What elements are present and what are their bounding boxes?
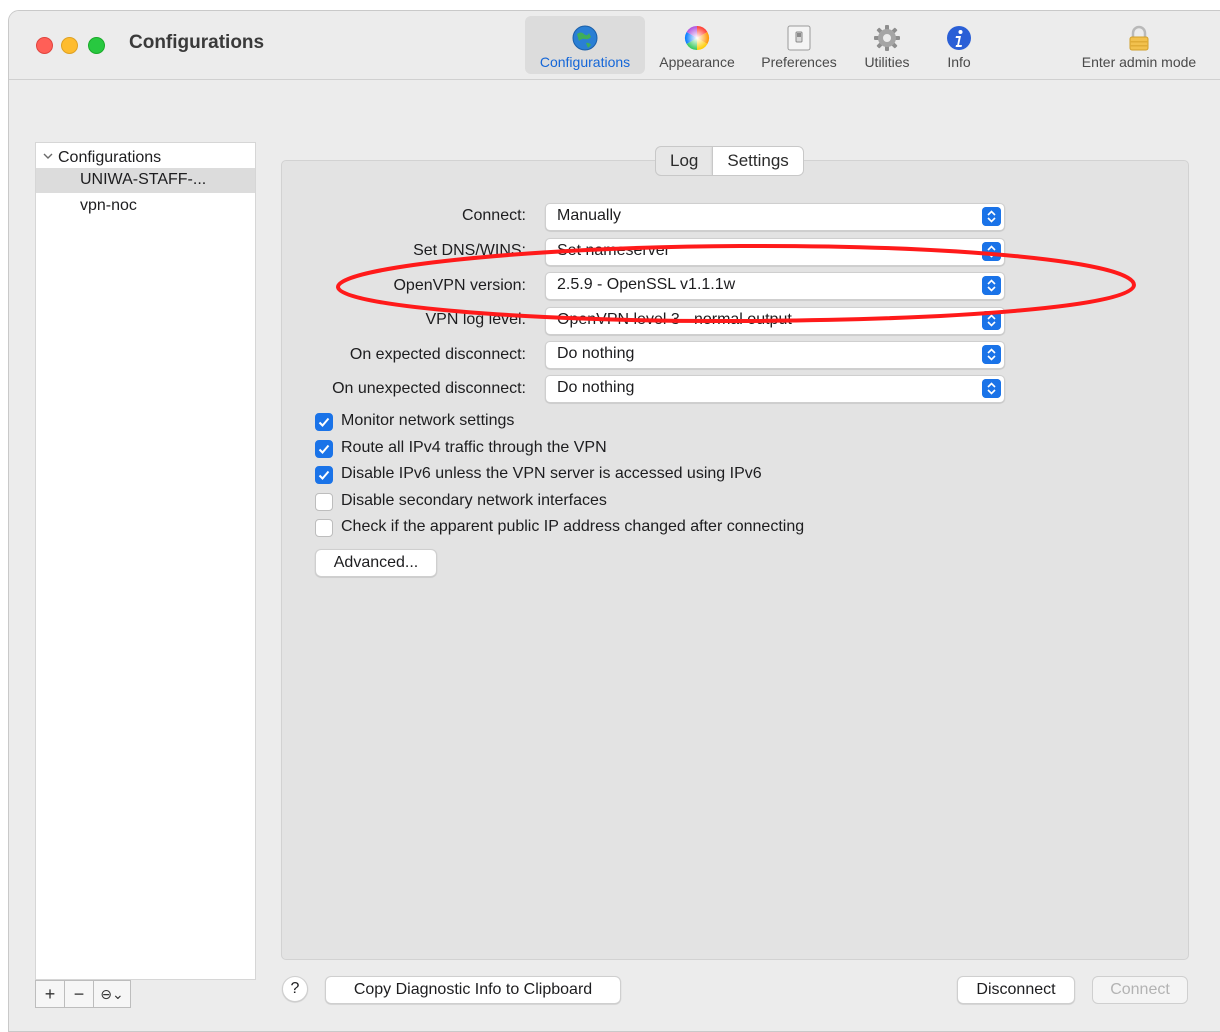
help-button[interactable]: ? [282, 976, 308, 1002]
vpn-log-level-label: VPN log level: [425, 311, 527, 328]
zoom-window-button[interactable] [88, 37, 105, 54]
add-configuration-button[interactable]: + [36, 981, 65, 1007]
route-ipv4-checkbox[interactable] [315, 440, 333, 458]
unexpected-disconnect-label: On unexpected disconnect: [332, 380, 526, 397]
checkbox-label: Monitor network settings [341, 412, 515, 429]
checkbox-label: Check if the apparent public IP address … [341, 518, 805, 535]
disconnect-button[interactable]: Disconnect [957, 976, 1075, 1004]
popup-arrows-icon [982, 311, 1001, 330]
connect-popup[interactable]: Manually [545, 203, 1005, 231]
popup-value: Do nothing [557, 379, 635, 396]
openvpn-version-label: OpenVPN version: [393, 277, 526, 294]
chevron-down-icon [43, 153, 53, 159]
unexpected-disconnect-popup[interactable]: Do nothing [545, 375, 1005, 403]
expected-disconnect-popup[interactable]: Do nothing [545, 341, 1005, 369]
popup-arrows-icon [982, 207, 1001, 226]
toolbar-label: Utilities [864, 54, 910, 70]
popup-value: Manually [557, 207, 622, 224]
dns-wins-popup[interactable]: Set nameserver [545, 238, 1005, 266]
close-window-button[interactable] [36, 37, 53, 54]
disable-secondary-checkbox[interactable] [315, 493, 333, 511]
popup-arrows-icon [982, 345, 1001, 364]
sidebar-item-label: UNIWA-STAFF-... [80, 171, 207, 188]
log-settings-tabs: Log Settings [655, 146, 804, 176]
toolbar-configurations-button[interactable]: Configurations [525, 16, 645, 74]
color-wheel-icon [684, 25, 710, 50]
sidebar-item-vpn-noc[interactable]: vpn-noc [36, 194, 255, 219]
toolbar-appearance-button[interactable]: Appearance [649, 16, 745, 74]
sidebar-group-label: Configurations [58, 149, 162, 166]
toolbar-label: Info [947, 54, 971, 70]
checkbox-label: Disable IPv6 unless the VPN server is ac… [341, 465, 762, 482]
check-public-ip-checkbox[interactable] [315, 519, 333, 537]
toolbar-info-button[interactable]: Info [925, 16, 993, 74]
toolbar-utilities-button[interactable]: Utilities [853, 16, 921, 74]
toolbar-label: Enter admin mode [1081, 54, 1197, 70]
connect-label: Connect: [461, 207, 526, 224]
checkbox-label: Disable secondary network interfaces [341, 492, 607, 509]
openvpn-version-popup[interactable]: 2.5.9 - OpenSSL v1.1.1w [545, 272, 1005, 300]
remove-configuration-button[interactable]: − [65, 981, 94, 1007]
gear-icon [874, 25, 900, 51]
popup-value: 2.5.9 - OpenSSL v1.1.1w [557, 276, 736, 293]
title-bar: Configurations Configurations Appearance… [9, 11, 1220, 80]
connect-button[interactable]: Connect [1092, 976, 1188, 1004]
popup-value: Do nothing [557, 345, 635, 362]
configurations-sidebar: Configurations UNIWA-STAFF-... vpn-noc [35, 142, 256, 980]
toolbar-preferences-button[interactable]: Preferences [749, 16, 849, 74]
admin-mode-button[interactable]: Enter admin mode [1069, 16, 1209, 74]
sidebar-item-label: vpn-noc [80, 197, 137, 214]
tab-settings[interactable]: Settings [712, 147, 803, 175]
toolbar-label: Appearance [659, 54, 735, 70]
window-title: Configurations [129, 32, 265, 53]
globe-icon [572, 25, 598, 51]
popup-arrows-icon [982, 276, 1001, 295]
disable-ipv6-checkbox[interactable] [315, 466, 333, 484]
expected-disconnect-label: On expected disconnect: [349, 346, 526, 363]
lock-icon [1129, 25, 1149, 51]
switch-icon [787, 25, 811, 51]
copy-diagnostic-button[interactable]: Copy Diagnostic Info to Clipboard [325, 976, 621, 1004]
vpn-log-level-popup[interactable]: OpenVPN level 3 - normal output [545, 307, 1005, 335]
advanced-button[interactable]: Advanced... [315, 549, 437, 577]
monitor-network-checkbox[interactable] [315, 413, 333, 431]
popup-arrows-icon [982, 242, 1001, 261]
checkbox-label: Route all IPv4 traffic through the VPN [341, 439, 607, 456]
minimize-window-button[interactable] [61, 37, 78, 54]
info-icon [947, 26, 971, 50]
tab-log[interactable]: Log [656, 147, 712, 175]
sidebar-toolbar: + − ⊖⌄ [35, 980, 131, 1008]
popup-value: Set nameserver [557, 242, 670, 259]
sidebar-item-uniwa-staff[interactable]: UNIWA-STAFF-... [36, 168, 255, 193]
toolbar-label: Configurations [539, 54, 631, 70]
toolbar-label: Preferences [761, 54, 837, 70]
dns-wins-label: Set DNS/WINS: [413, 242, 526, 259]
popup-arrows-icon [982, 379, 1001, 398]
popup-value: OpenVPN level 3 - normal output [557, 311, 792, 328]
configuration-actions-button[interactable]: ⊖⌄ [94, 981, 130, 1007]
